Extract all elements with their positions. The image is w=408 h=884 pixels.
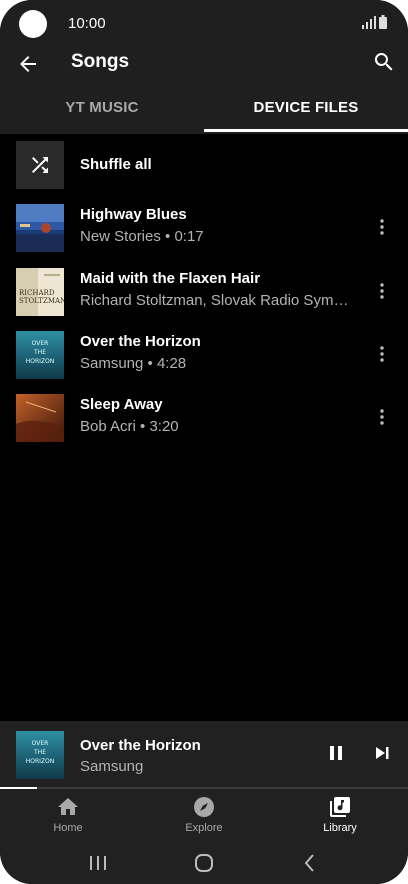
nav-explore-label: Explore xyxy=(185,822,223,834)
song-subtitle: Bob Acri • 3:20 xyxy=(80,418,179,435)
back-button-icon[interactable] xyxy=(298,851,322,875)
album-art-text: OVER xyxy=(32,740,49,747)
camera-cutout xyxy=(19,10,47,38)
bottom-navigation: Home Explore Library xyxy=(0,789,408,845)
back-arrow-icon[interactable] xyxy=(16,52,40,76)
page-title: Songs xyxy=(71,51,130,72)
song-row[interactable]: Sleep Away Bob Acri • 3:20 xyxy=(0,388,408,450)
library-icon xyxy=(330,797,350,817)
shuffle-tile xyxy=(16,141,64,189)
tab-bar: YT MUSIC DEVICE FILES xyxy=(0,86,408,134)
song-subtitle: Richard Stoltzman, Slovak Radio Symphony… xyxy=(80,292,356,309)
shuffle-icon xyxy=(32,157,48,173)
tab-yt-music[interactable]: YT MUSIC xyxy=(0,86,204,134)
song-subtitle: New Stories • 0:17 xyxy=(80,228,204,245)
album-art-text: RICHARD xyxy=(19,289,55,297)
nav-library-label: Library xyxy=(323,822,357,834)
more-options-icon[interactable] xyxy=(372,281,392,301)
album-art-text: OVER xyxy=(32,340,49,347)
tab-device-files[interactable]: DEVICE FILES xyxy=(204,86,408,134)
nav-home-label: Home xyxy=(53,822,83,834)
more-options-icon[interactable] xyxy=(372,217,392,237)
shuffle-all-row[interactable]: Shuffle all xyxy=(0,136,408,194)
active-tab-indicator xyxy=(204,129,408,132)
song-subtitle: Samsung • 4:28 xyxy=(80,355,187,372)
mini-player-artist: Samsung xyxy=(80,758,144,775)
skip-next-icon[interactable] xyxy=(372,743,392,763)
system-navigation-bar xyxy=(0,845,408,884)
nav-explore[interactable]: Explore xyxy=(136,789,272,845)
nav-library[interactable]: Library xyxy=(272,789,408,845)
recent-apps-icon[interactable] xyxy=(86,851,110,875)
more-options-icon[interactable] xyxy=(372,407,392,427)
status-time: 10:00 xyxy=(68,15,106,32)
album-art-text: HORIZON xyxy=(26,758,55,765)
album-art-text: THE xyxy=(33,749,46,756)
song-row[interactable]: Highway Blues New Stories • 0:17 xyxy=(0,198,408,260)
song-row[interactable]: RICHARD STOLTZMAN Maid with the Flaxen H… xyxy=(0,262,408,324)
album-art: RICHARD STOLTZMAN xyxy=(16,268,64,316)
album-art-text: STOLTZMAN xyxy=(19,297,64,305)
battery-icon xyxy=(379,15,387,29)
album-art-text: HORIZON xyxy=(26,358,55,365)
song-title: Sleep Away xyxy=(80,396,163,413)
song-title: Over the Horizon xyxy=(80,333,201,350)
song-row[interactable]: OVER THE HORIZON Over the Horizon Samsun… xyxy=(0,325,408,387)
home-button-icon[interactable] xyxy=(192,851,216,875)
status-bar: 10:00 xyxy=(0,0,408,44)
mini-player[interactable]: OVER THE HORIZON Over the Horizon Samsun… xyxy=(0,721,408,789)
search-icon[interactable] xyxy=(372,50,396,74)
album-art xyxy=(16,394,64,442)
song-title: Maid with the Flaxen Hair xyxy=(80,270,261,287)
song-title: Highway Blues xyxy=(80,206,187,223)
mini-player-title: Over the Horizon xyxy=(80,737,201,754)
signal-icon xyxy=(362,16,376,29)
pause-icon[interactable] xyxy=(326,743,346,763)
album-art-text: THE xyxy=(33,349,46,356)
mini-player-album-art: OVER THE HORIZON xyxy=(16,731,64,779)
album-art: OVER THE HORIZON xyxy=(16,331,64,379)
home-icon xyxy=(58,798,78,815)
shuffle-all-label: Shuffle all xyxy=(80,156,152,173)
phone-screen: 10:00 Songs YT MUSIC DEVICE FILES Shuffl… xyxy=(0,0,408,884)
compass-icon xyxy=(194,797,214,817)
more-options-icon[interactable] xyxy=(372,344,392,364)
nav-home[interactable]: Home xyxy=(0,789,136,845)
album-art xyxy=(16,204,64,252)
